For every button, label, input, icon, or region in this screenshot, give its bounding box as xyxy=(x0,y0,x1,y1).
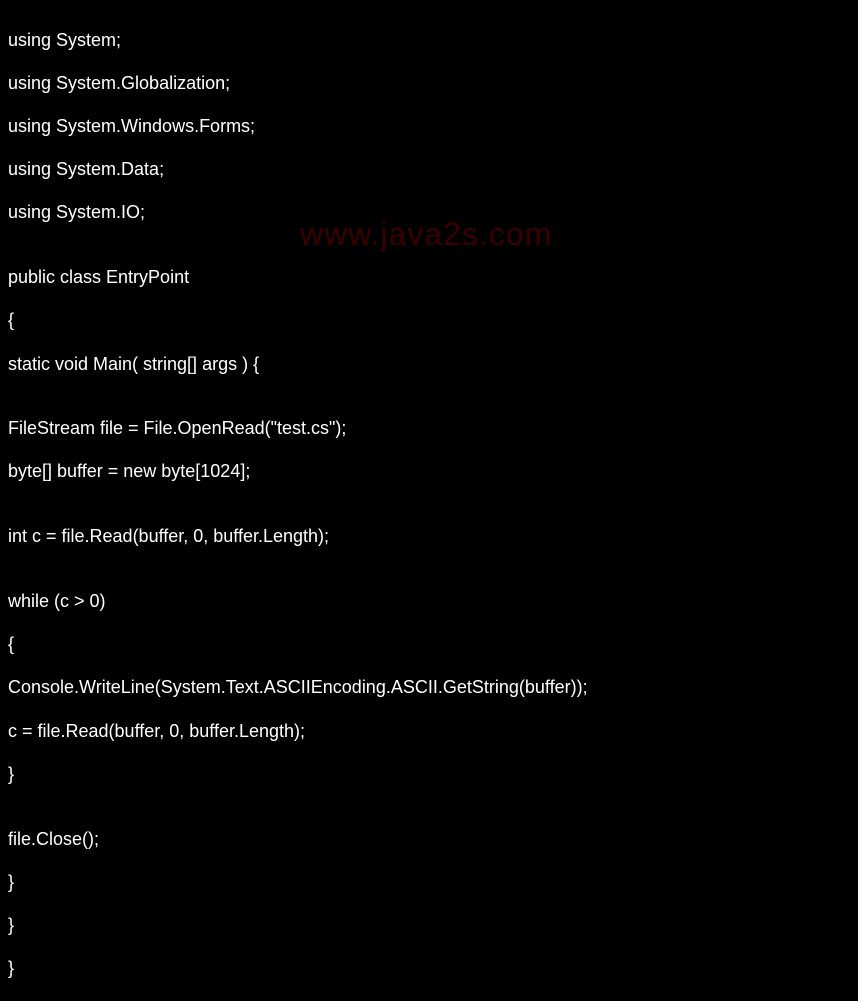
code-line: { xyxy=(8,310,850,332)
code-line: { xyxy=(8,634,850,656)
code-line: using System; xyxy=(8,30,850,52)
code-line: static void Main( string[] args ) { xyxy=(8,354,850,376)
code-line: } xyxy=(8,915,850,937)
code-line: using System.Windows.Forms; xyxy=(8,116,850,138)
code-line: FileStream file = File.OpenRead("test.cs… xyxy=(8,418,850,440)
code-line: } xyxy=(8,764,850,786)
code-line: int c = file.Read(buffer, 0, buffer.Leng… xyxy=(8,526,850,548)
code-line: while (c > 0) xyxy=(8,591,850,613)
code-line: } xyxy=(8,872,850,894)
code-line: byte[] buffer = new byte[1024]; xyxy=(8,461,850,483)
code-line: using System.IO; xyxy=(8,202,850,224)
code-line: c = file.Read(buffer, 0, buffer.Length); xyxy=(8,721,850,743)
code-block: using System; using System.Globalization… xyxy=(8,8,850,1001)
code-line: using System.Data; xyxy=(8,159,850,181)
code-line: } xyxy=(8,958,850,980)
code-line: public class EntryPoint xyxy=(8,267,850,289)
code-line: file.Close(); xyxy=(8,829,850,851)
code-line: using System.Globalization; xyxy=(8,73,850,95)
code-line: Console.WriteLine(System.Text.ASCIIEncod… xyxy=(8,677,850,699)
